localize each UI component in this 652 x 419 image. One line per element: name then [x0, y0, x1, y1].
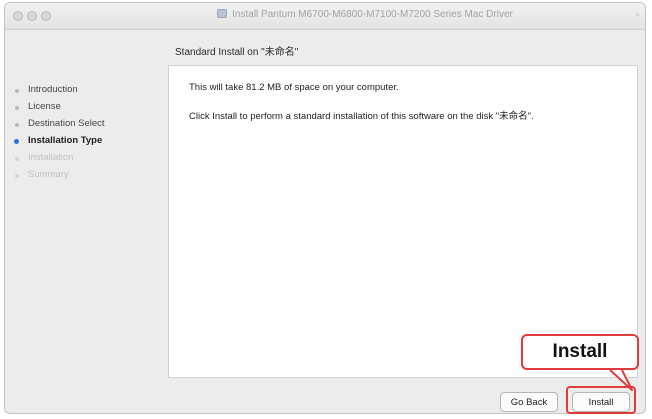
install-callout-label: Install — [521, 334, 639, 370]
callout-arrow — [609, 369, 633, 391]
